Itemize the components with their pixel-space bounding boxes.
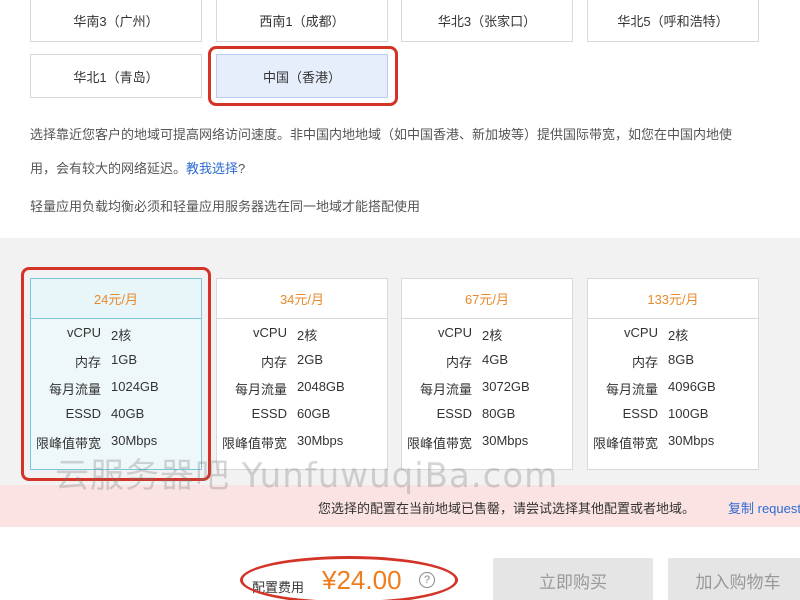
spec-row: 内存 4GB <box>402 346 572 373</box>
spec-value: 30Mbps <box>668 433 715 448</box>
highlight-outline-region <box>208 46 398 106</box>
help-choose-link[interactable]: 教我选择 <box>186 161 238 176</box>
spec-value: 3072GB <box>482 379 530 394</box>
spec-value: 4GB <box>482 352 509 367</box>
spec-key: vCPU <box>253 325 287 340</box>
region-option[interactable]: 华南3（广州） <box>30 0 202 42</box>
spec-value: 80GB <box>482 406 516 421</box>
spec-row: ESSD 60GB <box>217 400 387 427</box>
spec-row: vCPU 2核 <box>588 319 758 346</box>
region-description-line3: 轻量应用负载均衡必须和轻量应用服务器选在同一地域才能搭配使用 <box>30 199 421 214</box>
spec-value: 2GB <box>297 352 324 367</box>
spec-value: 30Mbps <box>482 433 529 448</box>
spec-key: 每月流量 <box>234 382 287 397</box>
copy-request-link[interactable]: 复制 request <box>728 498 800 517</box>
buy-now-button[interactable]: 立即购买 <box>493 558 653 600</box>
spec-key: ESSD <box>251 406 287 421</box>
spec-value: 2核 <box>482 328 503 343</box>
plan-card[interactable]: 34元/月 vCPU 2核 内存 2GB 每月流量 2048GB ESSD 60GB 限… <box>216 278 388 470</box>
spec-key: ESSD <box>622 406 658 421</box>
add-to-cart-button[interactable]: 加入购物车 <box>668 558 800 600</box>
spec-key: 每月流量 <box>419 382 472 397</box>
spec-row: 内存 2GB <box>217 346 387 373</box>
description-text: 用，会有较大的网络延迟。 <box>30 161 187 176</box>
plan-card[interactable]: 67元/月 vCPU 2核 内存 4GB 每月流量 3072GB ESSD 80GB 限… <box>401 278 573 470</box>
spec-row: vCPU 2核 <box>217 319 387 346</box>
spec-row: 内存 8GB <box>588 346 758 373</box>
region-option[interactable]: 西南1（成都） <box>216 0 388 42</box>
spec-value: 2核 <box>297 328 318 343</box>
spec-row: 每月流量 3072GB <box>402 373 572 400</box>
spec-value: 4096GB <box>668 379 716 394</box>
plan-card[interactable]: 133元/月 vCPU 2核 内存 8GB 每月流量 4096GB ESSD 100GB… <box>587 278 759 470</box>
spec-key: ESSD <box>436 406 472 421</box>
region-description-line1: 选择靠近您客户的地域可提高网络访问速度。非中国内地地域（如中国香港、新加坡等）提… <box>30 127 733 142</box>
spec-row: 限峰值带宽 30Mbps <box>588 427 758 454</box>
spec-key: 限峰值带宽 <box>592 436 658 451</box>
spec-key: vCPU <box>438 325 472 340</box>
spec-value: 30Mbps <box>297 433 344 448</box>
spec-row: vCPU 2核 <box>402 319 572 346</box>
spec-value: 100GB <box>668 406 709 421</box>
spec-row: ESSD 100GB <box>588 400 758 427</box>
watermark: 云服务器吧 YunfuwuqiBa.com <box>55 456 559 496</box>
spec-row: ESSD 80GB <box>402 400 572 427</box>
plan-price: 133元/月 <box>588 279 758 319</box>
spec-row: 每月流量 2048GB <box>217 373 387 400</box>
spec-value: 2核 <box>668 328 689 343</box>
highlight-oval-fee <box>240 556 458 600</box>
description-question: ? <box>238 161 246 176</box>
spec-value: 8GB <box>668 352 695 367</box>
spec-key: 内存 <box>445 355 472 370</box>
region-option[interactable]: 华北3（张家口） <box>401 0 573 42</box>
spec-row: 每月流量 4096GB <box>588 373 758 400</box>
plan-price: 67元/月 <box>402 279 572 319</box>
spec-key: 每月流量 <box>605 382 658 397</box>
region-description-line2: 用，会有较大的网络延迟。教我选择? <box>30 158 245 177</box>
spec-key: 内存 <box>631 355 658 370</box>
plan-price: 34元/月 <box>217 279 387 319</box>
sold-out-message: 您选择的配置在当前地域已售罄，请尝试选择其他配置或者地域。 <box>318 501 696 516</box>
spec-value: 2048GB <box>297 379 345 394</box>
spec-key: vCPU <box>624 325 658 340</box>
region-option[interactable]: 华北5（呼和浩特） <box>587 0 759 42</box>
spec-value: 60GB <box>297 406 331 421</box>
spec-key: 内存 <box>260 355 287 370</box>
region-option[interactable]: 华北1（青岛） <box>30 54 202 98</box>
